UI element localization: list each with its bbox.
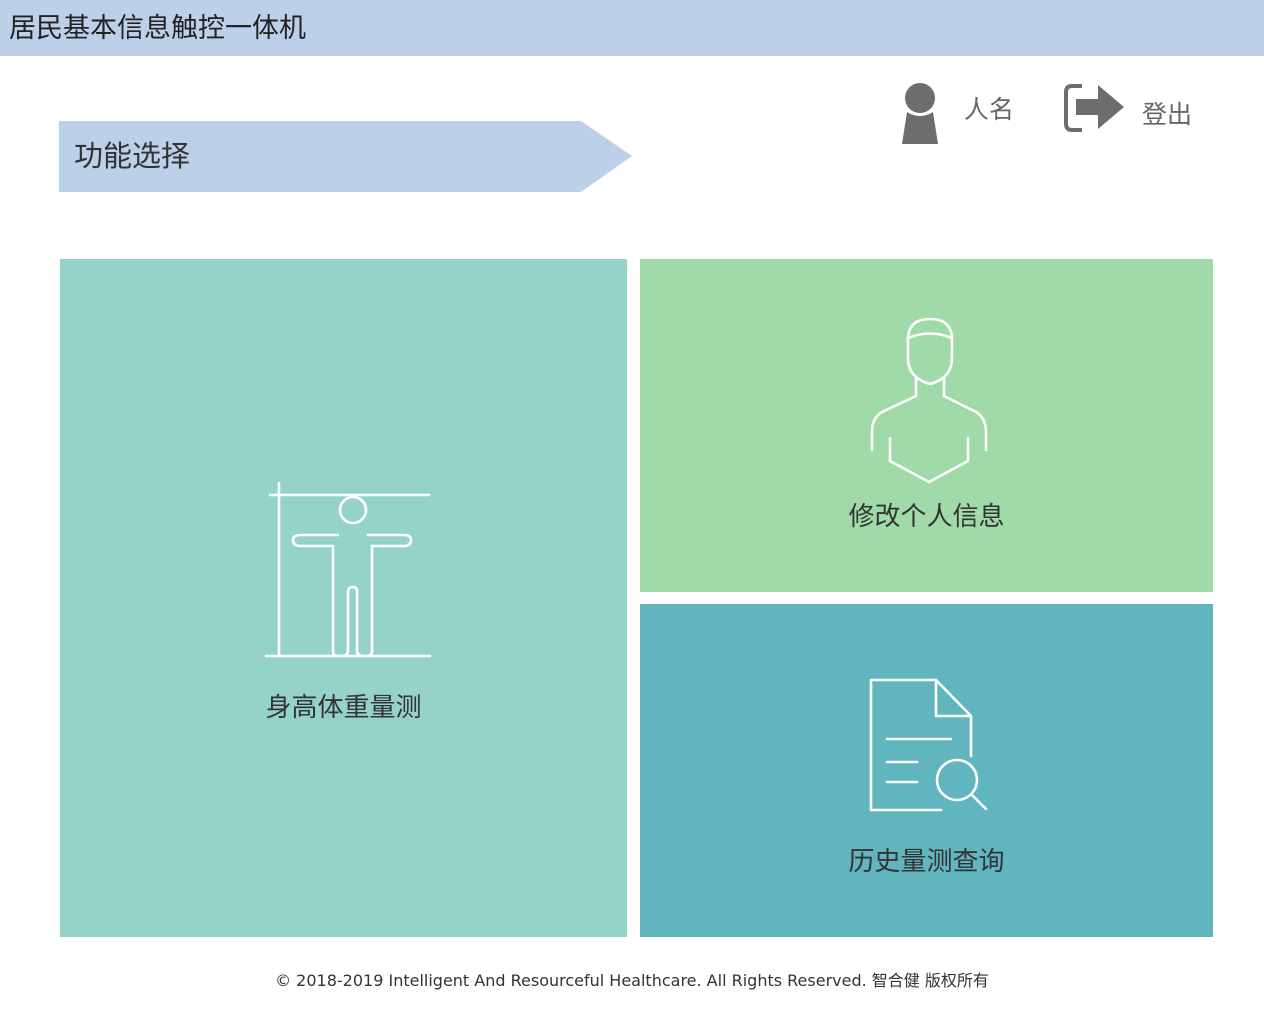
person-profile-icon (870, 317, 988, 484)
footer-copyright: © 2018-2019 Intelligent And Resourceful … (275, 971, 989, 990)
logout-button[interactable]: 登出 (1062, 82, 1202, 142)
tile-history-query-label: 历史量测查询 (848, 847, 1005, 877)
body-measure-icon (264, 481, 432, 658)
tile-edit-info-label: 修改个人信息 (848, 502, 1005, 532)
tile-body-measure-label: 身高体重量测 (265, 693, 422, 723)
tile-body-measure[interactable]: 身高体重量测 (60, 259, 627, 937)
tile-history-query[interactable]: 历史量测查询 (640, 604, 1213, 937)
logout-icon (1064, 84, 1124, 132)
title-bar: 居民基本信息触控一体机 (0, 0, 1264, 56)
section-banner: 功能选择 (59, 121, 633, 192)
tile-edit-info[interactable]: 修改个人信息 (640, 259, 1213, 592)
app-title: 居民基本信息触控一体机 (9, 13, 306, 44)
logout-label: 登出 (1142, 100, 1193, 129)
document-search-icon (869, 678, 988, 812)
section-title: 功能选择 (74, 139, 191, 173)
user-name: 人名 (964, 95, 1015, 124)
user-profile[interactable]: 人名 (898, 82, 1038, 148)
user-silhouette-icon (902, 83, 938, 144)
